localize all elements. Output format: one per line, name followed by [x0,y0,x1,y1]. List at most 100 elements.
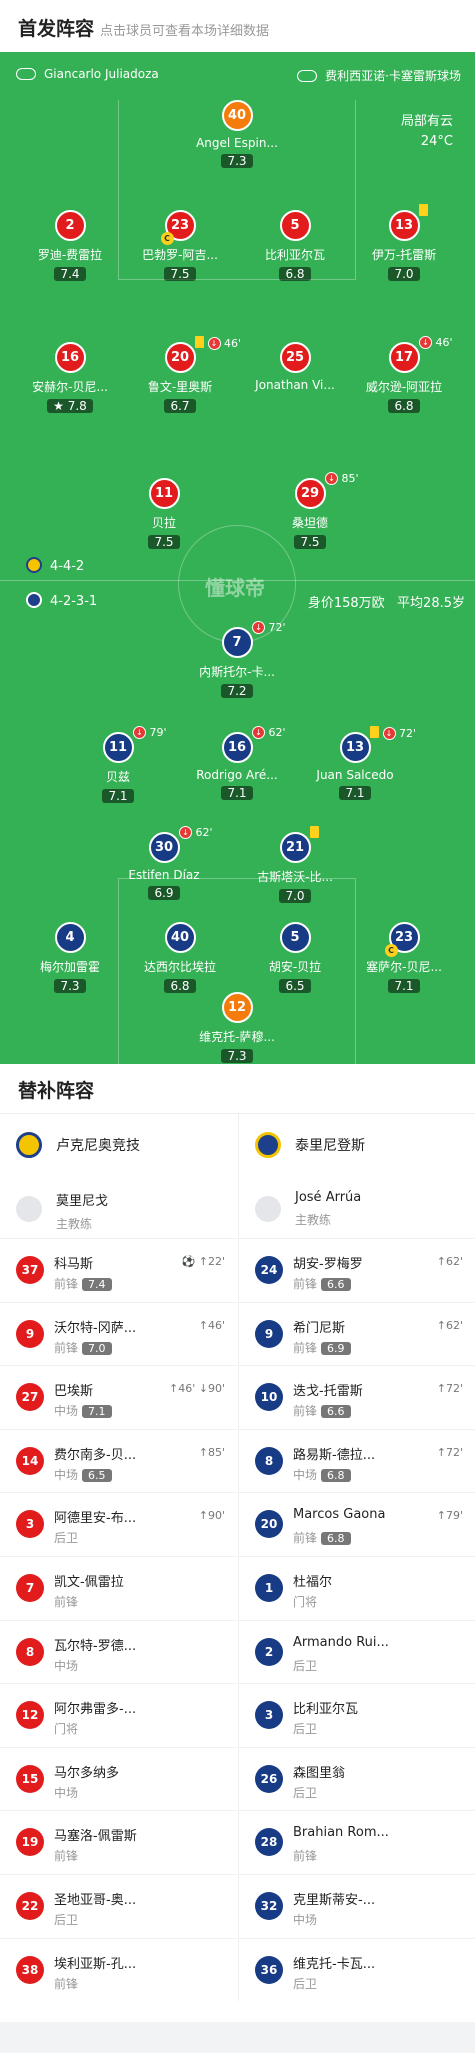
player-rating: 7.1 [388,979,420,993]
rating-value: 7.0 [394,267,414,281]
sub-player-row[interactable]: 3 比利亚尔瓦 后卫 [239,1683,475,1747]
sub-player-row[interactable]: 38 埃利亚斯-孔... 前锋 [0,1937,237,2002]
substitutes-title: 替补阵容 [0,1064,475,1114]
sub-events: ↑72' [436,1445,463,1459]
position-text: 前锋 [293,1404,318,1419]
yellow-card-icon [419,204,428,216]
player-name: 罗迪-费雷拉 [37,248,103,262]
player-number: 1 [255,1573,283,1602]
team-value: 身价158万欧 [307,596,385,611]
player-position: 后卫 [293,1975,317,1992]
sub-player-row[interactable]: 3 阿德里安-布... 后卫 ↑90' [0,1492,237,1556]
player-name: 鲁文-里奥斯 [147,380,213,394]
home-player[interactable]: 20 ↓ 46' 鲁文-里奥斯 6.7 [120,336,241,414]
lineup-header: 首发阵容 点击球员可查看本场详细数据 [0,0,475,52]
home-team[interactable]: 卢克尼奥竞技 [0,1114,237,1176]
sub-player-row[interactable]: 24 胡安-罗梅罗 前锋 6.6 ↑62' [239,1238,475,1302]
away-player[interactable]: 12 维克托-萨穆... 7.3 [177,992,297,1064]
sub-player-row[interactable]: 12 阿尔弗雷多-... 门将 [0,1683,237,1747]
sub-player-row[interactable]: 15 马尔多纳多 中场 [0,1746,237,1811]
player-rating: 7.5 [164,267,196,281]
home-team-logo-icon [16,1132,42,1158]
away-coach[interactable]: José Arrúa 主教练 [239,1176,475,1238]
rating-value: 6.8 [285,267,305,281]
home-player[interactable]: 23 C 巴勃罗-阿吉... 7.5 [120,210,240,282]
away-player[interactable]: 5 胡安-贝拉 6.5 [235,922,355,994]
player-rating: 6.6 [321,1278,351,1291]
away-player[interactable]: 21 古斯塔沃-比... 7.0 [235,826,355,904]
position-text: 前锋 [54,1976,79,1991]
sub-out-icon: ↓ [179,826,192,839]
player-name: 古斯塔沃-比... [257,870,333,884]
player-position: 前锋 6.6 [293,1402,351,1419]
away-player[interactable]: 40 达西尔比埃拉 6.8 [120,922,240,994]
sub-player-row[interactable]: 1 杜福尔 门将 [239,1555,475,1620]
sub-player-row[interactable]: 19 马塞洛-佩雷斯 前锋 [0,1810,237,1874]
away-player[interactable]: 30 ↓ 62' Estifen Díaz 6.9 [104,826,224,901]
home-player[interactable]: 17 ↓ 46' 威尔逊-阿亚拉 6.8 [344,336,464,414]
sub-player-row[interactable]: 37 科马斯 前锋 7.4 ⚽ ↑22' [0,1238,237,1302]
player-position: 前锋 6.9 [293,1339,351,1356]
sub-player-row[interactable]: 32 克里斯蒂安-... 中场 [239,1873,475,1938]
rating-value: 7.3 [227,154,247,168]
away-player[interactable]: 13 ↓ 72' Juan Salcedo 7.1 [295,726,416,801]
home-coach[interactable]: 莫里尼戈 主教练 [0,1176,237,1238]
home-player[interactable]: 2 罗迪-费雷拉 7.4 [10,210,130,282]
player-number: 8 [16,1637,44,1666]
sub-player-row[interactable]: 22 圣地亚哥-奥... 后卫 [0,1873,237,1938]
sub-player-row[interactable]: 2 Armando Rui... 后卫 [239,1619,475,1684]
sub-player-row[interactable]: 20 Marcos Gaona 前锋 6.8 ↑79' [239,1492,475,1556]
position-text: 中场 [293,1912,318,1927]
player-rating: 7.0 [279,889,311,903]
player-name: 阿德里安-布... [54,1511,137,1527]
player-number: 27 [16,1383,44,1412]
jersey-number: 5 [279,922,311,953]
away-player[interactable]: 23 C 塞萨尔-贝尼... 7.1 [344,922,464,994]
player-name: 沃尔特-冈萨... [54,1320,137,1336]
away-player[interactable]: 4 梅尔加雷霍 7.3 [10,922,130,994]
stadium-name: 费利西亚诺·卡塞雷斯球场 [325,69,461,83]
home-player[interactable]: 11 贝拉 7.5 [104,478,224,550]
home-player[interactable]: 16 安赫尔-贝尼... ★ 7.8 [10,342,130,414]
sub-player-row[interactable]: 14 费尔南多-贝... 中场 6.5 ↑85' [0,1428,237,1493]
player-name: 贝兹 [105,770,130,784]
player-number: 12 [227,1000,247,1015]
away-team-icon [26,592,42,608]
sub-player-row[interactable]: 28 Brahian Rom... 前锋 [239,1810,475,1874]
home-player[interactable]: 40 Angel Espin... 7.3 [177,100,297,169]
player-number: 26 [255,1764,283,1793]
sub-events: ⚽ ↑22' [181,1255,225,1268]
away-player[interactable]: 7 ↓ 72' 内斯托尔-卡... 7.2 [177,621,297,699]
player-number: 14 [16,1446,44,1475]
player-rating: 7.0 [388,267,420,281]
home-player[interactable]: 25 Jonathan Vi... [235,342,355,392]
rating-value: 6.8 [170,979,190,993]
sub-player-row[interactable]: 10 迭戈-托雷斯 前锋 6.6 ↑72' [239,1365,475,1429]
player-name: 瓦尔特-罗德... [54,1638,137,1654]
player-position: 后卫 [293,1784,317,1801]
away-team[interactable]: 泰里尼登斯 [239,1114,475,1176]
player-name: 塞萨尔-贝尼... [366,960,442,974]
home-player[interactable]: 5 比利亚尔瓦 6.8 [235,210,355,282]
sub-player-row[interactable]: 8 瓦尔特-罗德... 中场 [0,1619,237,1684]
away-player[interactable]: 11 ↓ 79' 贝兹 7.1 [58,726,178,804]
player-number: 40 [227,108,247,123]
sub-player-row[interactable]: 9 沃尔特-冈萨... 前锋 7.0 ↑46' [0,1301,237,1366]
home-player[interactable]: 13 伊万-托雷斯 7.0 [344,204,464,282]
player-number: 10 [255,1383,283,1412]
sub-player-row[interactable]: 36 维克托-卡瓦... 后卫 [239,1937,475,2002]
player-rating: 6.8 [388,399,420,413]
player-name: 马尔多纳多 [54,1765,120,1781]
player-name: Jonathan Vi... [255,378,335,392]
home-player[interactable]: 29 ↓ 85' 桑坦德 7.5 [250,472,370,550]
player-events: ↓ 62' [252,726,286,739]
away-player[interactable]: 16 ↓ 62' Rodrigo Aré... 7.1 [177,726,297,801]
sub-player-row[interactable]: 8 路易斯-德拉... 中场 6.8 ↑72' [239,1428,475,1493]
player-rating: 7.2 [221,684,253,698]
away-coach-role: 主教练 [295,1213,332,1227]
sub-player-row[interactable]: 9 希门尼斯 前锋 6.9 ↑62' [239,1301,475,1366]
position-text: 后卫 [293,1785,318,1800]
sub-player-row[interactable]: 26 森图里翁 后卫 [239,1746,475,1811]
sub-player-row[interactable]: 7 凯文-佩雷拉 前锋 [0,1555,237,1620]
sub-player-row[interactable]: 27 巴埃斯 中场 7.1 ↑46' ↓90' [0,1365,237,1429]
